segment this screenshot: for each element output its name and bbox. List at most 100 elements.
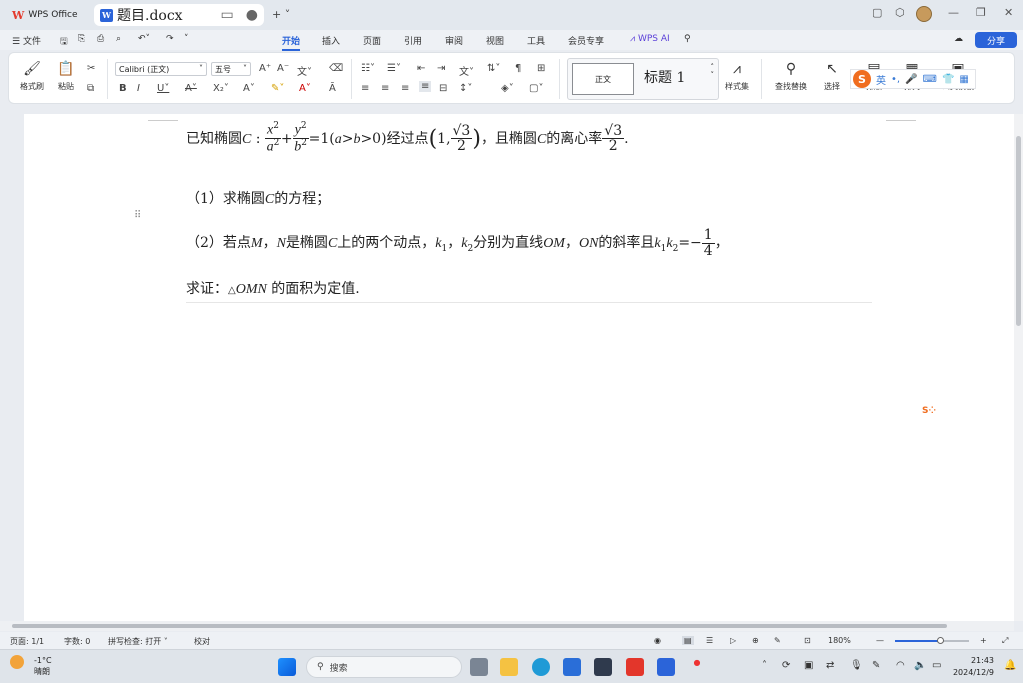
shading-icon[interactable]: ◈˅ bbox=[501, 83, 514, 94]
punct-icon[interactable]: •, bbox=[891, 74, 900, 85]
bold-icon[interactable]: B bbox=[119, 83, 127, 94]
cloud-icon[interactable]: ☁ bbox=[954, 34, 963, 44]
grow-font-icon[interactable]: A⁺ bbox=[259, 63, 271, 74]
tray-pen-icon[interactable]: ✎ bbox=[872, 660, 880, 671]
zoom-in-icon[interactable]: + bbox=[980, 636, 987, 645]
tab-close-dot-icon[interactable]: ● bbox=[246, 7, 258, 23]
toolbox-icon[interactable]: ▦ bbox=[959, 74, 968, 85]
tab-review[interactable]: 审阅 bbox=[445, 34, 463, 47]
asian-layout-icon[interactable]: 文˅ bbox=[459, 63, 474, 78]
tray-swap-icon[interactable]: ⇄ bbox=[826, 660, 834, 671]
keyboard-icon[interactable]: ⌨ bbox=[923, 74, 937, 85]
style-scroll-icon[interactable]: ˄ ˅ bbox=[711, 63, 715, 79]
web-view-icon[interactable]: ⊕ bbox=[752, 636, 759, 645]
tab-wps-office[interactable]: W WPS Office bbox=[6, 4, 88, 26]
battery-icon[interactable]: ▭ bbox=[932, 660, 941, 671]
writer-taskbar-icon[interactable] bbox=[657, 658, 675, 676]
strikethrough-icon[interactable]: A˅ bbox=[185, 83, 197, 94]
tab-insert[interactable]: 插入 bbox=[322, 34, 340, 47]
line-spacing-icon[interactable]: ↕˅ bbox=[459, 83, 472, 94]
clock[interactable]: 21:43 2024/12/9 bbox=[952, 655, 994, 679]
table-grid-icon[interactable]: ⊞ bbox=[537, 63, 545, 74]
save-icon[interactable]: 🖫 bbox=[60, 34, 68, 50]
preview-icon[interactable]: ⌕ bbox=[116, 34, 121, 44]
tab-member[interactable]: 会员专享 bbox=[568, 34, 604, 47]
shrink-font-icon[interactable]: A⁻ bbox=[277, 63, 289, 74]
edge-icon[interactable] bbox=[532, 658, 550, 676]
horizontal-scroll-thumb[interactable] bbox=[12, 624, 947, 628]
tray-mic-icon[interactable]: 🎙 bbox=[850, 660, 863, 671]
print-icon[interactable]: ⎙ bbox=[97, 34, 104, 44]
tab-page[interactable]: 页面 bbox=[363, 34, 381, 47]
document-page[interactable]: ⠿ 已知椭圆C : x2 a2 + y2 b2 =1(a>b>0)经过点(1, √3 2)，且… bbox=[24, 114, 1014, 624]
fullscreen-icon[interactable]: ⤢ bbox=[1002, 636, 1008, 646]
export-icon[interactable]: ⎘ bbox=[78, 34, 85, 44]
cube-icon[interactable]: ⬡ bbox=[895, 6, 905, 19]
format-painter-button[interactable]: 🖌 格式刷 bbox=[15, 61, 49, 92]
phonetic-icon[interactable]: 文˅ bbox=[297, 63, 312, 78]
vertical-scrollbar[interactable] bbox=[1014, 114, 1023, 621]
ime-mode[interactable]: 英 bbox=[876, 72, 886, 87]
file-explorer-icon[interactable] bbox=[500, 658, 518, 676]
tab-tools[interactable]: 工具 bbox=[527, 34, 545, 47]
start-icon[interactable] bbox=[278, 658, 296, 676]
numbering-icon[interactable]: ☰˅ bbox=[387, 63, 401, 74]
sort-icon[interactable]: ⇅˅ bbox=[487, 63, 500, 74]
taskbar-search[interactable]: ⚲ 搜索 bbox=[306, 656, 462, 678]
mic-icon[interactable]: 🎤 bbox=[905, 74, 917, 85]
italic-icon[interactable]: I bbox=[137, 83, 140, 94]
menu-file[interactable]: ☰ 文件 bbox=[12, 34, 41, 47]
justify-icon[interactable]: ≡ bbox=[419, 81, 432, 92]
close-icon[interactable]: ✕ bbox=[1004, 6, 1013, 19]
wps-ai-button[interactable]: ⩘ WPS AI bbox=[630, 34, 670, 44]
select-button[interactable]: ↖ 选择 bbox=[817, 61, 847, 92]
subscript-icon[interactable]: X₂˅ bbox=[213, 83, 229, 94]
wifi-icon[interactable]: ◠ bbox=[896, 660, 905, 671]
window-layout-icon[interactable]: ▢ bbox=[872, 6, 882, 19]
share-button[interactable]: 分享 bbox=[975, 32, 1017, 48]
show-marks-icon[interactable]: ¶ bbox=[515, 63, 521, 74]
minimize-icon[interactable]: — bbox=[948, 6, 959, 19]
task-view-icon[interactable] bbox=[470, 658, 488, 676]
tab-restore-icon[interactable]: ▭ bbox=[221, 7, 234, 23]
zoom-slider[interactable] bbox=[895, 637, 969, 644]
outline-view-icon[interactable]: ☰ bbox=[706, 636, 713, 645]
new-tab-button[interactable]: + ˅ bbox=[272, 8, 290, 21]
notification-icon[interactable]: 🔔 bbox=[1004, 660, 1016, 671]
bullets-icon[interactable]: ☷˅ bbox=[361, 63, 375, 74]
increase-indent-icon[interactable]: ⇥ bbox=[437, 63, 445, 74]
store-icon[interactable] bbox=[563, 658, 581, 676]
page-view-icon[interactable]: ▤ bbox=[682, 636, 694, 645]
pen-icon[interactable]: ✎ bbox=[774, 636, 781, 645]
align-left-icon[interactable]: ≡ bbox=[361, 83, 369, 94]
clear-format-icon[interactable]: ⌫ bbox=[329, 63, 343, 74]
word-count[interactable]: 字数: 0 bbox=[64, 636, 90, 647]
fit-page-icon[interactable]: ⊡ bbox=[804, 636, 811, 645]
ime-floating-icon[interactable]: S⁘ bbox=[922, 406, 948, 420]
search-icon[interactable]: ⚲ bbox=[684, 34, 691, 44]
align-center-icon[interactable]: ≡ bbox=[381, 83, 389, 94]
drag-handle-icon[interactable]: ⠿ bbox=[134, 210, 141, 221]
align-right-icon[interactable]: ≡ bbox=[401, 83, 409, 94]
redo-icon[interactable]: ↷ bbox=[166, 34, 174, 44]
avatar[interactable] bbox=[916, 6, 932, 22]
tray-overflow-icon[interactable]: ˄ bbox=[762, 660, 767, 671]
undo-icon[interactable]: ↶˅ bbox=[138, 34, 150, 44]
vertical-scroll-thumb[interactable] bbox=[1016, 136, 1021, 326]
tab-home[interactable]: 开始 bbox=[282, 34, 301, 51]
distributed-icon[interactable]: ⊟ bbox=[439, 83, 447, 94]
borders-icon[interactable]: ▢˅ bbox=[529, 83, 543, 94]
tray-sync-icon[interactable]: ⟳ bbox=[782, 660, 790, 671]
spell-check-toggle[interactable]: 拼写检查: 打开 ˅ bbox=[108, 636, 168, 647]
char-shading-icon[interactable]: Ā bbox=[329, 83, 336, 94]
proofread-button[interactable]: 校对 bbox=[194, 636, 210, 647]
tab-references[interactable]: 引用 bbox=[404, 34, 422, 47]
zoom-level[interactable]: 180% bbox=[828, 636, 851, 645]
app-icon[interactable] bbox=[594, 658, 612, 676]
decrease-indent-icon[interactable]: ⇤ bbox=[417, 63, 425, 74]
style-normal[interactable]: 正文 bbox=[572, 63, 634, 95]
play-icon[interactable]: ▷ bbox=[730, 636, 736, 645]
find-replace-button[interactable]: ⚲ 查找替换 bbox=[769, 61, 813, 92]
underline-icon[interactable]: U˅ bbox=[157, 83, 169, 94]
font-color-icon[interactable]: A˅ bbox=[299, 83, 311, 94]
